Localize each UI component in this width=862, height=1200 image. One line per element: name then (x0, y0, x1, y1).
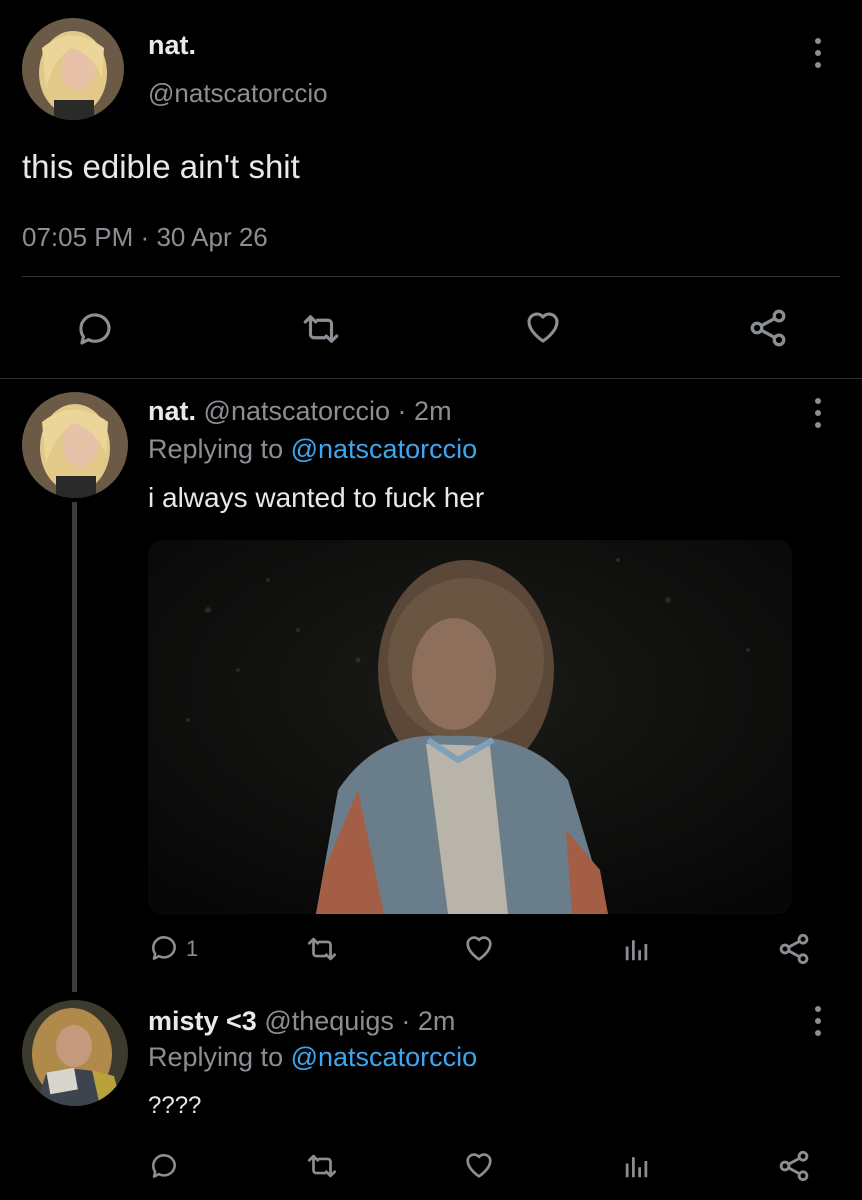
media-image[interactable] (148, 540, 792, 914)
handle[interactable]: @thequigs (264, 1006, 394, 1036)
more-icon[interactable] (808, 1006, 828, 1036)
reply-text: ???? (148, 1092, 202, 1119)
share-icon[interactable] (776, 1148, 812, 1184)
separator-dot: · (401, 1006, 411, 1036)
reply-header: nat. @natscatorccio · 2m (148, 396, 452, 427)
reply-icon[interactable] (74, 308, 116, 350)
replying-handle-link[interactable]: @natscatorccio (291, 434, 477, 464)
avatar[interactable] (22, 1000, 128, 1106)
replying-prefix: Replying to (148, 434, 284, 464)
share-icon[interactable] (776, 931, 812, 967)
avatar[interactable] (22, 392, 128, 498)
display-name[interactable]: misty <3 (148, 1006, 257, 1036)
tweet-text: this edible ain't shit (22, 148, 300, 185)
separator-dot: · (397, 396, 407, 426)
time: 2m (417, 1006, 456, 1036)
replying-prefix: Replying to (148, 1042, 284, 1072)
reply-header: misty <3 @thequigs · 2m (148, 1006, 455, 1037)
handle[interactable]: @natscatorccio (204, 396, 390, 426)
more-icon[interactable] (808, 398, 828, 428)
avatar[interactable] (22, 18, 124, 120)
separator-dot: · (140, 222, 150, 252)
views-icon[interactable] (622, 934, 652, 964)
replying-to: Replying to @natscatorccio (148, 1042, 477, 1073)
like-icon[interactable] (462, 931, 496, 965)
replying-handle-link[interactable]: @natscatorccio (291, 1042, 477, 1072)
date: 30 Apr 26 (156, 222, 268, 252)
reply-icon[interactable] (148, 1150, 180, 1182)
like-icon[interactable] (522, 306, 564, 348)
thread-line (72, 502, 77, 992)
retweet-icon[interactable] (305, 1149, 339, 1183)
divider (22, 276, 840, 277)
timestamp: 07:05 PM (22, 222, 134, 252)
like-icon[interactable] (462, 1148, 496, 1182)
views-icon[interactable] (622, 1151, 652, 1181)
replying-to: Replying to @natscatorccio (148, 434, 477, 465)
share-icon[interactable] (746, 306, 790, 350)
retweet-icon[interactable] (305, 932, 339, 966)
display-name[interactable]: nat. (148, 396, 196, 426)
reply-text: i always wanted to fuck her (148, 482, 485, 513)
reply-count: 1 (186, 936, 199, 961)
tweet-meta: 07:05 PM · 30 Apr 26 (22, 222, 268, 253)
handle[interactable]: @natscatorccio (148, 78, 328, 109)
time: 2m (414, 396, 452, 426)
more-icon[interactable] (808, 38, 828, 68)
retweet-icon[interactable] (300, 308, 342, 350)
reply-icon[interactable] (148, 932, 180, 964)
divider (0, 378, 862, 379)
display-name[interactable]: nat. (148, 30, 196, 61)
